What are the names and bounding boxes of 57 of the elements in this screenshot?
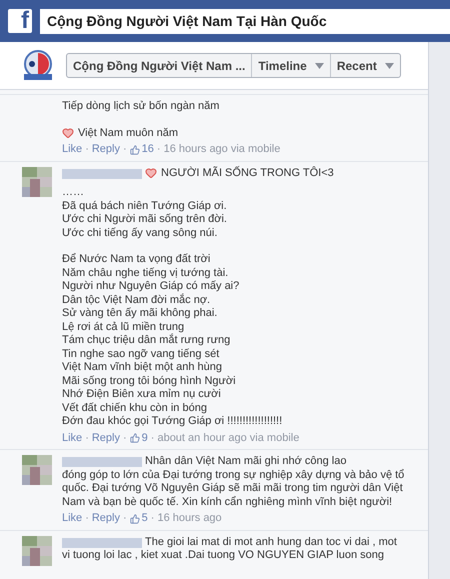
timestamp: 16 hours ago bbox=[157, 512, 222, 526]
comment-line: Tiếp dòng lịch sử bốn ngàn năm bbox=[62, 100, 220, 114]
separator: · bbox=[150, 432, 154, 445]
reply-link[interactable]: Reply bbox=[92, 432, 120, 445]
like-count: 9 bbox=[142, 432, 148, 445]
nav-button[interactable]: Recent bbox=[330, 54, 400, 77]
nav-button[interactable]: Timeline bbox=[251, 54, 330, 77]
comment-line: The gioi lai mat di mot anh hung dan toc vi dai , mot bbox=[145, 536, 397, 549]
separator: · bbox=[122, 143, 127, 156]
like-count: 5 bbox=[142, 512, 148, 526]
comment-line: Đã quá bách niên Tướng Giáp ơi. bbox=[62, 200, 227, 213]
comment-line: Ước chi tiếng ấy vang sông núi. bbox=[62, 226, 218, 240]
comment-line: Việt Nam vĩnh biệt một anh hùng bbox=[62, 361, 222, 374]
nav-button[interactable]: Cộng Đồng Người Việt Nam ... bbox=[67, 54, 252, 77]
comment-line: Ước chi Người mãi sống trên đời. bbox=[62, 213, 227, 226]
like-count: 16 bbox=[142, 143, 154, 156]
comment-line: Tin nghe sao ngỡ vang tiếng sét bbox=[62, 348, 220, 361]
separator: · bbox=[122, 432, 127, 445]
comment-line: Để Nước Nam ta vọng đất trời bbox=[62, 253, 210, 266]
comment-line: Lệ rơi át cả lũ miền trung bbox=[62, 320, 184, 334]
comment-line: Nhân dân Việt Nam mãi ghi nhớ công lao bbox=[145, 455, 346, 468]
reply-link[interactable]: Reply bbox=[92, 512, 120, 526]
caret-icon bbox=[314, 62, 324, 68]
heart-icon bbox=[62, 127, 74, 140]
comment-line: Sử vàng tên ấy mãi không phai. bbox=[62, 307, 218, 320]
timestamp: 16 hours ago via mobile bbox=[164, 143, 280, 156]
comment-line: vi tuong loi lac , kiet xuat .Dai tuong VO NGUYEN GIAP luon song bbox=[62, 549, 384, 562]
like-link[interactable]: Like bbox=[62, 432, 82, 445]
comment-line: NGƯỜI MÃI SỐNG TRONG TÔI<3 bbox=[161, 166, 334, 180]
search-field[interactable]: Cộng Đồng Người Việt Nam Tại Hàn Quốc bbox=[40, 8, 450, 34]
comment-line: Nhớ Điện Biên xưa mỉm nụ cười bbox=[62, 388, 221, 402]
like-link[interactable]: Like bbox=[62, 143, 82, 156]
reply-link[interactable]: Reply bbox=[92, 143, 120, 156]
thumbs-up-icon bbox=[130, 144, 140, 155]
separator: · bbox=[156, 143, 161, 156]
separator: · bbox=[85, 432, 89, 445]
separator: · bbox=[150, 512, 154, 526]
comment-line: Dân tộc Việt Nam đời mắc nợ. bbox=[62, 294, 210, 307]
comment-line: Mãi sống trong tôi bóng hình Người bbox=[62, 374, 236, 388]
separator: · bbox=[85, 143, 89, 156]
timestamp: about an hour ago via mobile bbox=[157, 432, 300, 445]
comment-line: Tám chục triệu dân mắt rưng rưng bbox=[62, 334, 230, 348]
like-link[interactable]: Like bbox=[62, 512, 82, 526]
comment-line: Vết đất chiến khu còn in bóng bbox=[62, 402, 207, 415]
comment-line: đóng góp to lớn của Đại tướng trong sự nghiệp xây dựng và bảo vệ tổ quốc. Đại tướng Võ Nguyên Giáp sẽ mãi mãi trong tim người dân Việt Nam và bạn bè quốc tế. Xin kính cẩn nghiêng mình vĩnh biệt người! bbox=[62, 468, 406, 509]
comment-line: Đớn đau khóc gọi Tướng Giáp ơi !!!!!!!!!!!!!!!!!! bbox=[62, 415, 282, 428]
separator: · bbox=[122, 512, 127, 526]
caret-icon bbox=[384, 62, 394, 68]
thumbs-up-icon bbox=[130, 514, 140, 524]
comment-line: Năm châu nghe tiếng vị tướng tài. bbox=[62, 266, 228, 280]
separator: · bbox=[85, 512, 89, 526]
thumbs-up-icon bbox=[130, 433, 140, 444]
heart-icon bbox=[145, 167, 157, 180]
comment-line: Người như Nguyên Giáp có mấy ai? bbox=[62, 280, 240, 294]
comment-line: …… bbox=[62, 186, 84, 200]
facebook-logo[interactable]: f bbox=[8, 9, 32, 33]
comment-line: Việt Nam muôn năm bbox=[78, 126, 178, 140]
